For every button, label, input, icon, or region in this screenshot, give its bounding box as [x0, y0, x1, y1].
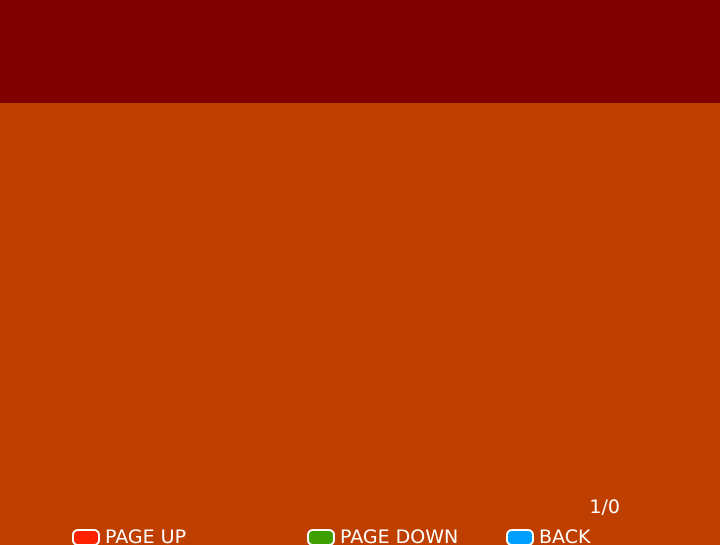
back-label: BACK: [539, 525, 591, 545]
page-indicator: 1/0: [589, 496, 620, 518]
page-up-label: PAGE UP: [105, 525, 187, 545]
page-down-button[interactable]: PAGE DOWN: [307, 525, 458, 545]
back-button[interactable]: BACK: [506, 525, 590, 545]
tv-menu-screen: 1/0 PAGE UP PAGE DOWN BACK: [0, 0, 720, 545]
green-key-icon: [307, 528, 335, 545]
content-area: [0, 103, 720, 493]
red-key-icon: [72, 528, 100, 545]
page-up-button[interactable]: PAGE UP: [72, 525, 186, 545]
page-down-label: PAGE DOWN: [340, 525, 459, 545]
blue-key-icon: [506, 528, 534, 545]
header-band: [0, 0, 720, 103]
